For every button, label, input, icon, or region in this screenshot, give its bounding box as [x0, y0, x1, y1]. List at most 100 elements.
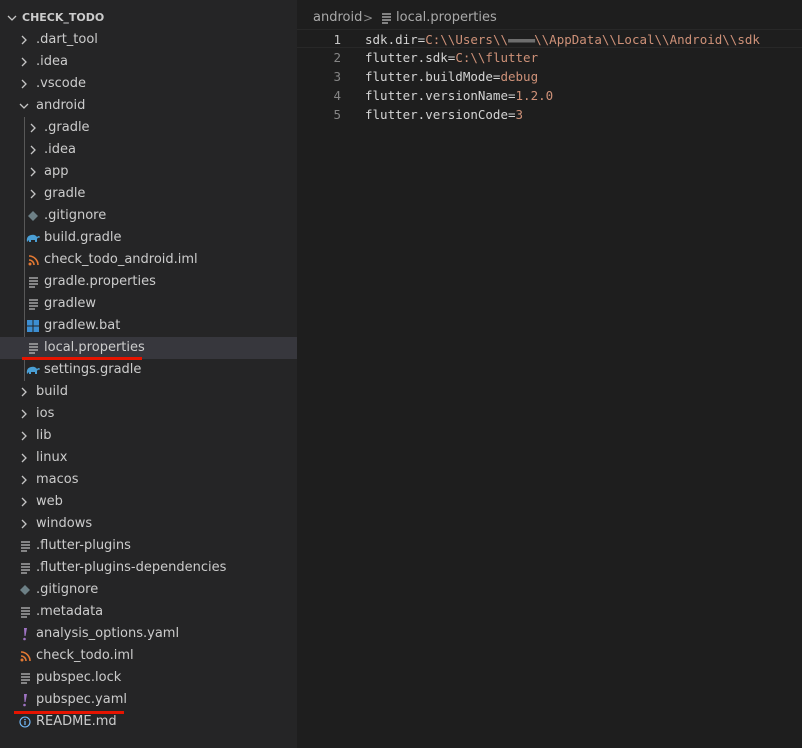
tree-folder[interactable]: .idea	[0, 139, 297, 161]
tree-folder[interactable]: macos	[0, 469, 297, 491]
line-number: 3	[333, 69, 341, 84]
tree-file[interactable]: settings.gradle	[0, 359, 297, 381]
chevron-down-icon	[16, 95, 32, 117]
gradle-elephant-icon	[25, 359, 41, 381]
tree-folder[interactable]: .gradle	[0, 117, 297, 139]
tree-file[interactable]: gradlew.bat	[0, 315, 297, 337]
tree-item-label: linux	[36, 450, 68, 465]
chevron-right-icon	[16, 513, 32, 535]
code-line[interactable]: 5 flutter.versionCode=3	[297, 105, 802, 124]
tree-file[interactable]: .gitignore	[0, 579, 297, 601]
chevron-right-icon	[16, 403, 32, 425]
lines-icon	[17, 557, 33, 579]
property-key: sdk.dir=	[365, 32, 426, 47]
line-number: 4	[333, 88, 341, 103]
annotation-underline-local-properties	[22, 357, 142, 360]
tree-folder[interactable]: web	[0, 491, 297, 513]
property-key: flutter.sdk=	[365, 50, 456, 65]
lines-icon	[381, 10, 392, 26]
explorer-root-folder[interactable]: CHECK_TODO	[0, 7, 297, 29]
property-key: flutter.versionName=	[365, 88, 516, 103]
tree-folder[interactable]: android	[0, 95, 297, 117]
chevron-right-icon	[16, 73, 32, 95]
annotation-underline-pubspec-yaml	[14, 711, 124, 714]
line-text: flutter.versionName=1.2.0	[365, 86, 553, 105]
tree-item-label: lib	[36, 428, 52, 443]
line-number: 2	[333, 50, 341, 65]
breadcrumb-separator: >	[363, 11, 374, 25]
breadcrumb-file[interactable]: local.properties	[396, 8, 497, 28]
tree-item-label: .gitignore	[36, 582, 99, 597]
tree-folder[interactable]: windows	[0, 513, 297, 535]
tree-item-label: build.gradle	[44, 230, 122, 245]
tree-item-label: README.md	[36, 714, 117, 729]
tree-file[interactable]: analysis_options.yaml	[0, 623, 297, 645]
lines-icon	[17, 601, 33, 623]
tree-file[interactable]: check_todo.iml	[0, 645, 297, 667]
exclamation-icon	[17, 623, 33, 645]
tree-file[interactable]: gradle.properties	[0, 271, 297, 293]
tree-folder[interactable]: app	[0, 161, 297, 183]
gradle-elephant-icon	[25, 227, 41, 249]
git-diamond-icon	[17, 579, 33, 601]
tree-item-label: .metadata	[36, 604, 104, 619]
property-value: 1.2.0	[515, 88, 554, 103]
tree-folder[interactable]: lib	[0, 425, 297, 447]
tree-item-label: web	[36, 494, 63, 509]
tree-file[interactable]: gradlew	[0, 293, 297, 315]
tree-item-label: .idea	[36, 54, 68, 69]
tree-file[interactable]: README.md	[0, 711, 297, 733]
tree-folder[interactable]: ios	[0, 403, 297, 425]
chevron-right-icon	[16, 491, 32, 513]
code-line[interactable]: 2 flutter.sdk=C:\\flutter	[297, 48, 802, 67]
code-line[interactable]: 3 flutter.buildMode=debug	[297, 67, 802, 86]
tree-item-label: pubspec.lock	[36, 670, 122, 685]
tree-file[interactable]: build.gradle	[0, 227, 297, 249]
property-value: C:\\flutter	[455, 50, 539, 65]
tree-item-label: .flutter-plugins-dependencies	[36, 560, 227, 575]
windows-icon	[25, 315, 41, 337]
tree-file[interactable]: .flutter-plugins-dependencies	[0, 557, 297, 579]
tree-file[interactable]: .flutter-plugins	[0, 535, 297, 557]
tree-item-label: ios	[36, 406, 55, 421]
property-key: flutter.versionCode=	[365, 107, 516, 122]
tree-file[interactable]: local.properties	[0, 337, 297, 359]
tree-item-label: gradle.properties	[44, 274, 156, 289]
chevron-right-icon	[16, 469, 32, 491]
redacted-username: ▬▬▬▬	[508, 32, 535, 47]
tree-folder[interactable]: .vscode	[0, 73, 297, 95]
tree-file[interactable]: check_todo_android.iml	[0, 249, 297, 271]
exclamation-icon	[17, 689, 33, 711]
chevron-right-icon	[16, 425, 32, 447]
tree-file[interactable]: pubspec.lock	[0, 667, 297, 689]
tree-item-label: .flutter-plugins	[36, 538, 131, 553]
tree-file[interactable]: .gitignore	[0, 205, 297, 227]
chevron-down-icon	[4, 7, 20, 29]
line-number: 1	[333, 32, 341, 47]
tree-folder[interactable]: linux	[0, 447, 297, 469]
lines-icon	[25, 271, 41, 293]
property-value: debug	[500, 69, 539, 84]
code-line[interactable]: 4 flutter.versionName=1.2.0	[297, 86, 802, 105]
tree-file[interactable]: .metadata	[0, 601, 297, 623]
tree-item-label: .idea	[44, 142, 76, 157]
code-line[interactable]: 1 sdk.dir=C:\\Users\\▬▬▬▬\\AppData\\Local…	[297, 29, 802, 48]
tree-item-label: .vscode	[36, 76, 86, 91]
property-value: C:\\Users\\	[425, 32, 509, 47]
tree-item-label: .dart_tool	[36, 32, 98, 47]
explorer-root-title: CHECK_TODO	[22, 11, 105, 24]
tree-item-label: macos	[36, 472, 79, 487]
tree-file[interactable]: pubspec.yaml	[0, 689, 297, 711]
lines-icon	[25, 293, 41, 315]
tree-folder[interactable]: .dart_tool	[0, 29, 297, 51]
property-value-rest: \\AppData\\Local\\Android\\sdk	[534, 32, 760, 47]
tree-folder[interactable]: build	[0, 381, 297, 403]
info-icon	[17, 711, 33, 733]
tree-item-label: pubspec.yaml	[36, 692, 127, 707]
tree-folder[interactable]: gradle	[0, 183, 297, 205]
editor-pane[interactable]: android > local.properties 1 sdk.dir=C:\\…	[297, 0, 802, 748]
tree-item-label: check_todo_android.iml	[44, 252, 198, 267]
breadcrumb-folder[interactable]: android	[313, 8, 362, 28]
tree-folder[interactable]: .idea	[0, 51, 297, 73]
tree-item-label: gradlew.bat	[44, 318, 121, 333]
